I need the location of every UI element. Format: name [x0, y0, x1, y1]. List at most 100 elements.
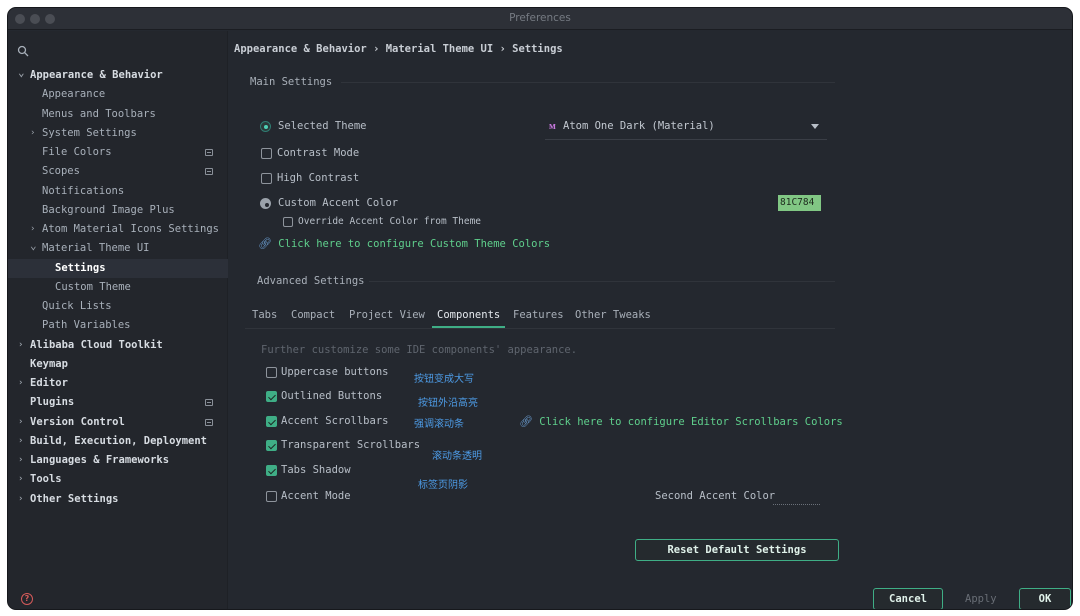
theme-dropdown[interactable]: ᴍ Atom One Dark (Material): [545, 116, 827, 140]
sidebar-item-label: Languages & Frameworks: [30, 454, 170, 466]
sidebar-item-settings[interactable]: Settings: [8, 258, 228, 278]
sidebar-item-menus-and-toolbars[interactable]: Menus and Toolbars: [8, 105, 228, 124]
tabs-shadow-label: Tabs Shadow: [281, 464, 351, 476]
sidebar-item-alibaba-cloud-toolkit[interactable]: › Alibaba Cloud Toolkit: [8, 336, 228, 355]
tabs-divider: [245, 328, 835, 329]
chevron-right-icon[interactable]: ›: [30, 124, 35, 143]
accent-scrollbars-label: Accent Scrollbars: [281, 415, 389, 427]
sidebar-item-label: Other Settings: [30, 492, 119, 505]
active-tab-indicator: [432, 326, 505, 328]
chevron-down-icon[interactable]: ⌄: [18, 63, 25, 82]
section-divider: [369, 281, 835, 282]
settings-sidebar: ⌄ Appearance & Behavior Appearance Menus an…: [8, 31, 228, 609]
chevron-right-icon[interactable]: ›: [18, 432, 23, 451]
project-scope-icon: [205, 168, 213, 176]
sidebar-item-plugins[interactable]: Plugins: [8, 393, 228, 412]
sidebar-item-label: Alibaba Cloud Toolkit: [30, 338, 163, 351]
tab-project-view[interactable]: Project View: [349, 309, 425, 321]
uppercase-buttons-note: 按钮变成大写: [414, 374, 474, 385]
outlined-buttons-note: 按钮外沿高亮: [418, 398, 478, 409]
configure-theme-link[interactable]: 🔗︎ Click here to configure Custom Theme …: [258, 237, 550, 250]
sidebar-item-label: Keymap: [30, 357, 68, 370]
sidebar-item-quick-lists[interactable]: Quick Lists: [8, 297, 228, 316]
sidebar-item-label: Scopes: [42, 165, 80, 178]
sidebar-item-editor[interactable]: › Editor: [8, 374, 228, 393]
sidebar-item-appearance[interactable]: Appearance: [8, 85, 228, 104]
accent-mode-label: Accent Mode: [281, 490, 351, 502]
tabs-shadow-checkbox[interactable]: [266, 465, 277, 476]
sidebar-item-version-control[interactable]: › Version Control: [8, 413, 228, 432]
high-contrast-checkbox[interactable]: [261, 173, 272, 184]
tab-tabs[interactable]: Tabs: [252, 309, 277, 321]
sidebar-item-keymap[interactable]: Keymap: [8, 355, 228, 374]
uppercase-buttons-checkbox[interactable]: [266, 367, 277, 378]
sidebar-item-notifications[interactable]: Notifications: [8, 182, 228, 201]
transparent-scrollbars-note: 滚动条透明: [432, 451, 482, 462]
sidebar-item-atom-material-icons-settings[interactable]: › Atom Material Icons Settings: [8, 220, 228, 239]
sidebar-item-label: Appearance: [42, 88, 106, 101]
chevron-down-icon: [811, 124, 819, 129]
second-accent-color-field[interactable]: [773, 504, 820, 505]
chevron-down-icon[interactable]: ⌄: [30, 236, 37, 255]
selected-theme-radio[interactable]: [260, 121, 271, 132]
outlined-buttons-label: Outlined Buttons: [281, 390, 383, 402]
link-icon: 🔗︎: [258, 237, 272, 250]
reset-default-settings-button[interactable]: Reset Default Settings: [635, 539, 839, 561]
chevron-right-icon[interactable]: ›: [18, 490, 23, 509]
chevron-right-icon[interactable]: ›: [18, 470, 23, 489]
chevron-right-icon[interactable]: ›: [18, 374, 23, 393]
title-bar: Preferences: [8, 8, 1072, 30]
sidebar-item-label: Quick Lists: [42, 300, 112, 312]
override-accent-checkbox[interactable]: [283, 217, 293, 227]
outlined-buttons-checkbox[interactable]: [266, 391, 277, 402]
sidebar-item-appearance-behavior[interactable]: ⌄ Appearance & Behavior: [8, 66, 228, 85]
scrollbar-colors-link[interactable]: 🔗︎ Click here to configure Editor Scroll…: [519, 415, 843, 428]
sidebar-item-system-settings[interactable]: › System Settings: [8, 124, 228, 143]
sidebar-item-label: Version Control: [30, 415, 125, 428]
sidebar-item-label: Menus and Toolbars: [42, 107, 156, 120]
sidebar-item-label: Background Image Plus: [42, 203, 175, 216]
sidebar-item-build-execution-deployment[interactable]: › Build, Execution, Deployment: [8, 432, 228, 451]
sidebar-item-label: Notifications: [42, 184, 125, 197]
scrollbar-colors-link-text[interactable]: Click here to configure Editor Scrollbar…: [539, 416, 842, 428]
sidebar-item-label: Appearance & Behavior: [30, 69, 163, 81]
uppercase-buttons-label: Uppercase buttons: [281, 366, 389, 378]
accent-scrollbars-note: 强调滚动条: [414, 419, 464, 430]
sidebar-item-label: System Settings: [42, 126, 137, 139]
accent-color-swatch[interactable]: 81C784: [778, 195, 821, 211]
tab-components[interactable]: Components: [437, 309, 500, 321]
search-icon[interactable]: [17, 45, 29, 57]
sidebar-item-label: File Colors: [42, 146, 112, 158]
contrast-mode-checkbox[interactable]: [261, 148, 272, 159]
sidebar-item-other-settings[interactable]: › Other Settings: [8, 490, 228, 509]
sidebar-item-path-variables[interactable]: Path Variables: [8, 316, 228, 335]
components-hint: Further customize some IDE components' a…: [261, 344, 578, 356]
sidebar-item-custom-theme[interactable]: Custom Theme: [8, 278, 228, 297]
theme-dropdown-value: Atom One Dark (Material): [563, 120, 715, 132]
sidebar-item-file-colors[interactable]: File Colors: [8, 143, 228, 162]
tab-compact[interactable]: Compact: [291, 309, 335, 321]
apply-button[interactable]: Apply: [965, 593, 997, 605]
tab-other-tweaks[interactable]: Other Tweaks: [575, 309, 651, 321]
configure-theme-link-text[interactable]: Click here to configure Custom Theme Col…: [278, 238, 550, 250]
help-icon[interactable]: ?: [21, 593, 33, 605]
cancel-button[interactable]: Cancel: [873, 588, 943, 609]
sidebar-item-languages-frameworks[interactable]: › Languages & Frameworks: [8, 451, 228, 470]
custom-accent-label: Custom Accent Color: [278, 197, 399, 209]
chevron-right-icon[interactable]: ›: [18, 451, 23, 470]
ok-button[interactable]: OK: [1019, 588, 1071, 609]
accent-scrollbars-checkbox[interactable]: [266, 416, 277, 427]
chevron-right-icon[interactable]: ›: [18, 413, 23, 432]
sidebar-item-material-theme-ui[interactable]: ⌄ Material Theme UI: [8, 239, 228, 258]
sidebar-item-tools[interactable]: › Tools: [8, 470, 228, 489]
transparent-scrollbars-checkbox[interactable]: [266, 440, 277, 451]
sidebar-item-scopes[interactable]: Scopes: [8, 162, 228, 181]
window-title: Preferences: [509, 12, 571, 24]
second-accent-label: Second Accent Color: [655, 490, 776, 502]
tab-features[interactable]: Features: [513, 309, 564, 321]
project-scope-icon: [205, 418, 213, 426]
accent-mode-checkbox[interactable]: [266, 491, 277, 502]
chevron-right-icon[interactable]: ›: [18, 336, 23, 355]
sidebar-item-label: Plugins: [30, 396, 75, 409]
sidebar-item-background-image-plus[interactable]: Background Image Plus: [8, 201, 228, 220]
